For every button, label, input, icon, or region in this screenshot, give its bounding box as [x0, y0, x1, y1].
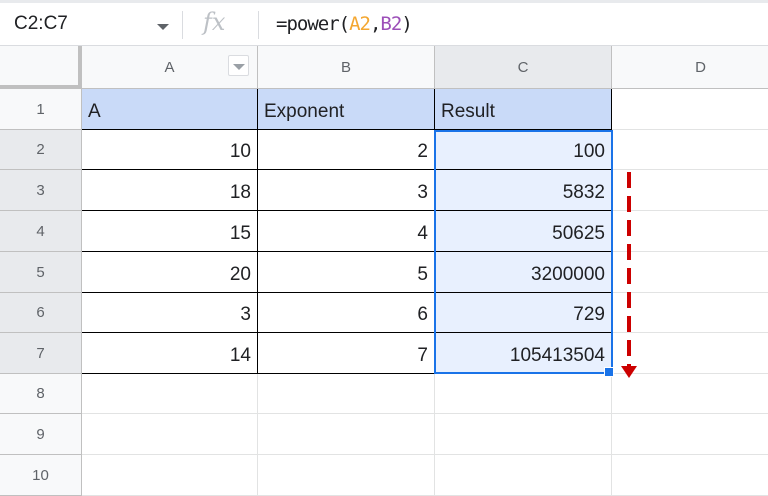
- data-cell[interactable]: 7: [258, 333, 435, 374]
- cell[interactable]: [612, 89, 768, 130]
- row-header-7[interactable]: 7: [0, 333, 82, 374]
- dashed-arrow-annotation: [627, 172, 631, 367]
- data-cell[interactable]: 20: [82, 252, 258, 293]
- column-header-b[interactable]: B: [258, 46, 435, 89]
- formula-bar: C2:C7 fx =power(A2,B2): [0, 0, 768, 46]
- cell[interactable]: [612, 293, 768, 333]
- data-cell[interactable]: 3: [258, 170, 435, 211]
- data-cell[interactable]: 15: [82, 211, 258, 252]
- cell[interactable]: [258, 414, 435, 455]
- cell[interactable]: [612, 252, 768, 293]
- header-cell[interactable]: A: [82, 89, 258, 130]
- row-header-5[interactable]: 5: [0, 252, 82, 293]
- cell[interactable]: [435, 374, 612, 414]
- cell[interactable]: [612, 211, 768, 252]
- data-cell[interactable]: 4: [258, 211, 435, 252]
- formula-text: =power(: [276, 13, 350, 35]
- data-cell[interactable]: 6: [258, 293, 435, 333]
- data-cell[interactable]: 105413504: [435, 333, 612, 374]
- row-header-4[interactable]: 4: [0, 211, 82, 252]
- cell[interactable]: [612, 170, 768, 211]
- cell[interactable]: [258, 455, 435, 496]
- data-cell[interactable]: 2: [258, 130, 435, 170]
- cell[interactable]: [82, 455, 258, 496]
- column-header-d[interactable]: D: [612, 46, 768, 89]
- cell[interactable]: [612, 374, 768, 414]
- formula-input[interactable]: =power(A2,B2): [276, 13, 413, 35]
- header-cell[interactable]: Result: [435, 89, 612, 130]
- data-cell[interactable]: 100: [435, 130, 612, 170]
- row-header-6[interactable]: 6: [0, 293, 82, 333]
- data-cell[interactable]: 14: [82, 333, 258, 374]
- chevron-down-icon[interactable]: [157, 24, 169, 30]
- cell[interactable]: [435, 455, 612, 496]
- divider: [182, 11, 183, 39]
- formula-ref-a2: A2: [349, 13, 371, 35]
- divider: [258, 11, 259, 39]
- data-cell[interactable]: 729: [435, 293, 612, 333]
- cell[interactable]: [612, 455, 768, 496]
- row-header-10[interactable]: 10: [0, 455, 82, 496]
- fx-icon: fx: [203, 8, 226, 36]
- data-cell[interactable]: 5832: [435, 170, 612, 211]
- cell[interactable]: [612, 414, 768, 455]
- header-cell[interactable]: Exponent: [258, 89, 435, 130]
- fill-handle[interactable]: [604, 367, 614, 377]
- row-header-1[interactable]: 1: [0, 89, 82, 130]
- cell[interactable]: [612, 130, 768, 170]
- data-cell[interactable]: 3: [82, 293, 258, 333]
- cell[interactable]: [82, 414, 258, 455]
- row-header-9[interactable]: 9: [0, 414, 82, 455]
- data-cell[interactable]: 18: [82, 170, 258, 211]
- filter-dropdown-icon[interactable]: [228, 55, 249, 76]
- name-box[interactable]: C2:C7: [14, 13, 68, 35]
- formula-text: ): [401, 13, 412, 35]
- cell[interactable]: [82, 374, 258, 414]
- row-header-8[interactable]: 8: [0, 374, 82, 414]
- data-cell[interactable]: 10: [82, 130, 258, 170]
- data-cell[interactable]: 5: [258, 252, 435, 293]
- row-header-2[interactable]: 2: [0, 130, 82, 170]
- column-header-c[interactable]: C: [435, 46, 612, 89]
- data-cell[interactable]: 50625: [435, 211, 612, 252]
- select-all-corner[interactable]: [0, 46, 82, 89]
- formula-text: ,: [369, 13, 381, 35]
- data-cell[interactable]: 3200000: [435, 252, 612, 293]
- cell[interactable]: [258, 374, 435, 414]
- row-header-3[interactable]: 3: [0, 170, 82, 211]
- arrow-down-icon: [621, 366, 637, 378]
- cell[interactable]: [435, 414, 612, 455]
- formula-ref-b2: B2: [380, 13, 402, 35]
